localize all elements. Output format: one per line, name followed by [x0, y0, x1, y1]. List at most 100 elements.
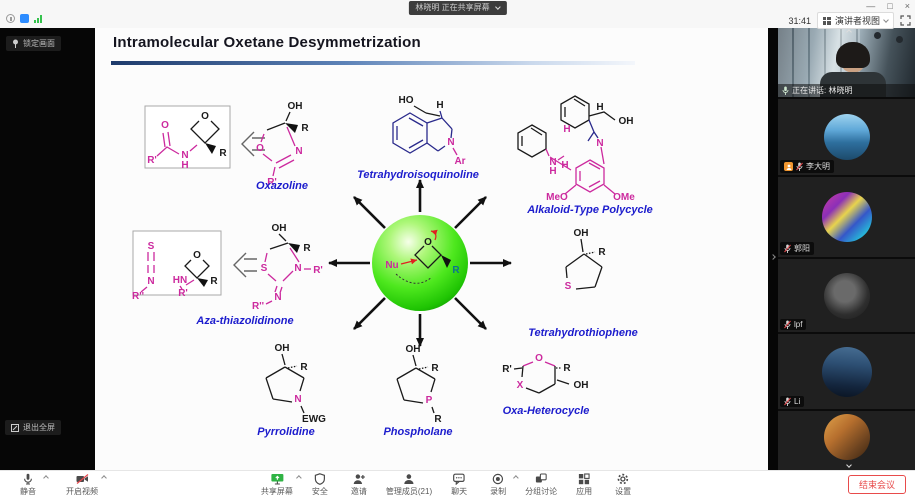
atom-label: N: [294, 263, 301, 274]
structure-tetrahydroisoquinoline: HO H N Ar: [393, 95, 466, 167]
apps-button[interactable]: 应用: [572, 473, 596, 496]
settings-label: 设置: [615, 486, 631, 496]
participant-name-tag: Li: [780, 396, 804, 407]
minimize-button[interactable]: —: [866, 1, 875, 12]
atom-label-nu: Nu: [385, 260, 398, 271]
toolbar-center-group: 共享屏幕 安全 邀请 管理成员(21) 聊天 录制 分组讨论: [261, 473, 635, 496]
mute-button[interactable]: 静音: [16, 473, 40, 496]
layout-view-label: 演讲者视图: [835, 14, 880, 27]
layout-view-button[interactable]: 演讲者视图: [817, 12, 894, 29]
atom-label: R: [219, 148, 227, 159]
avatar: [822, 192, 872, 242]
chevron-up-icon[interactable]: [43, 475, 49, 481]
video-tile[interactable]: 李大明: [778, 99, 915, 175]
invite-button[interactable]: 邀请: [347, 473, 371, 496]
chat-label: 聊天: [451, 486, 467, 496]
atom-label: OH: [574, 380, 589, 391]
atom-label: R: [301, 123, 309, 134]
screen-share-banner[interactable]: 林晓明 正在共享屏幕: [408, 1, 506, 15]
participant-name: 郭阳: [794, 243, 810, 254]
label-phospholane: Phospholane: [383, 426, 452, 438]
lock-view-tag[interactable]: 锁定画面: [6, 36, 61, 51]
video-tile[interactable]: lpf: [778, 259, 915, 332]
mute-label: 静音: [20, 486, 36, 496]
chat-button[interactable]: 聊天: [447, 473, 471, 496]
chevron-up-icon[interactable]: [296, 475, 302, 481]
record-button[interactable]: 录制: [486, 473, 510, 496]
atom-label: MeO: [546, 192, 568, 203]
atom-label: H: [181, 160, 188, 171]
chevron-down-icon[interactable]: [846, 462, 852, 468]
atom-label: HN: [173, 275, 187, 286]
atom-label: S: [261, 263, 268, 274]
video-tile-speaker[interactable]: 正在讲话: 林晓明: [778, 28, 915, 97]
atom-label: OH: [574, 228, 589, 239]
participant-name: Li: [794, 397, 800, 406]
window-controls: — □ ×: [866, 1, 910, 12]
apps-label: 应用: [576, 486, 592, 496]
atom-label: R'': [252, 301, 264, 312]
atom-label: O: [201, 111, 209, 122]
fullscreen-button[interactable]: [900, 15, 911, 26]
video-tile[interactable]: [778, 411, 915, 470]
security-button[interactable]: 安全: [308, 473, 332, 496]
atom-label: H: [563, 124, 570, 135]
atom-label: R': [502, 364, 512, 375]
record-label: 录制: [490, 486, 506, 496]
atom-label: X: [517, 380, 524, 391]
breakout-icon: [535, 473, 547, 485]
chevron-up-icon[interactable]: [101, 475, 107, 481]
maximize-button[interactable]: □: [887, 1, 892, 12]
structure-pyrrolidine: OH N EWG R: [266, 343, 326, 425]
meeting-timer: 31:41: [788, 16, 811, 26]
host-badge-icon: [784, 162, 793, 171]
atom-label: N: [147, 276, 154, 287]
pin-icon: [12, 39, 19, 48]
atom-label: R: [452, 265, 460, 276]
end-meeting-button[interactable]: 结束会议: [848, 475, 906, 494]
security-label: 安全: [312, 486, 328, 496]
start-video-button[interactable]: 开启视频: [66, 473, 98, 496]
atom-label: H: [549, 166, 556, 177]
breakout-rooms-button[interactable]: 分组讨论: [525, 473, 557, 496]
atom-label: R: [303, 243, 311, 254]
mic-muted-icon: [784, 244, 791, 253]
video-tile[interactable]: Li: [778, 334, 915, 409]
participant-name-tag: 郭阳: [780, 242, 814, 255]
mic-muted-icon: [784, 320, 791, 329]
atom-label: N: [295, 146, 302, 157]
video-tile[interactable]: 郭阳: [778, 177, 915, 257]
close-button[interactable]: ×: [905, 1, 910, 12]
fullscreen-icon: [900, 15, 911, 26]
label-aza-thiazolidinone: Aza-thiazolidinone: [196, 315, 293, 327]
manage-members-button[interactable]: 管理成员(21): [386, 473, 432, 496]
atom-label: O: [161, 120, 169, 131]
network-signal-icon[interactable]: [34, 15, 42, 23]
exit-fullscreen-label: 退出全屏: [23, 422, 55, 433]
camera-off-icon: [76, 473, 89, 485]
label-tetrahydroisoquinoline: Tetrahydroisoquinoline: [357, 169, 479, 181]
info-icon[interactable]: [6, 14, 15, 23]
atom-label: S: [565, 281, 572, 292]
atom-label: P: [426, 395, 433, 406]
share-screen-button[interactable]: 共享屏幕: [261, 473, 293, 496]
label-oxa-heterocycle: Oxa-Heterocycle: [503, 405, 590, 417]
sidebar-collapse-handle[interactable]: [769, 246, 777, 268]
exit-fullscreen-tag[interactable]: 退出全屏: [5, 420, 61, 435]
shared-screen-stage: 锁定画面 退出全屏 Intramolecular Oxetane Desymme…: [0, 28, 778, 470]
mic-icon: [22, 473, 34, 485]
atom-label: R: [563, 363, 571, 374]
view-controls: 31:41 演讲者视图: [788, 12, 911, 29]
meeting-toolbar: 静音 开启视频 共享屏幕 安全 邀请 管理成员(21) 聊天: [0, 470, 915, 496]
share-screen-icon: [270, 473, 283, 485]
atom-label: N: [294, 394, 301, 405]
settings-button[interactable]: 设置: [611, 473, 635, 496]
participant-name-tag: lpf: [780, 319, 806, 330]
mic-muted-icon: [796, 162, 803, 171]
window-titlebar: 林晓明 正在共享屏幕 — □ × 31:41 演讲者视图: [0, 0, 915, 28]
chevron-down-icon: [883, 17, 889, 23]
chat-icon: [453, 473, 465, 485]
chevron-up-icon[interactable]: [513, 475, 519, 481]
mic-on-icon: [782, 86, 789, 95]
atom-label: O: [256, 143, 264, 154]
